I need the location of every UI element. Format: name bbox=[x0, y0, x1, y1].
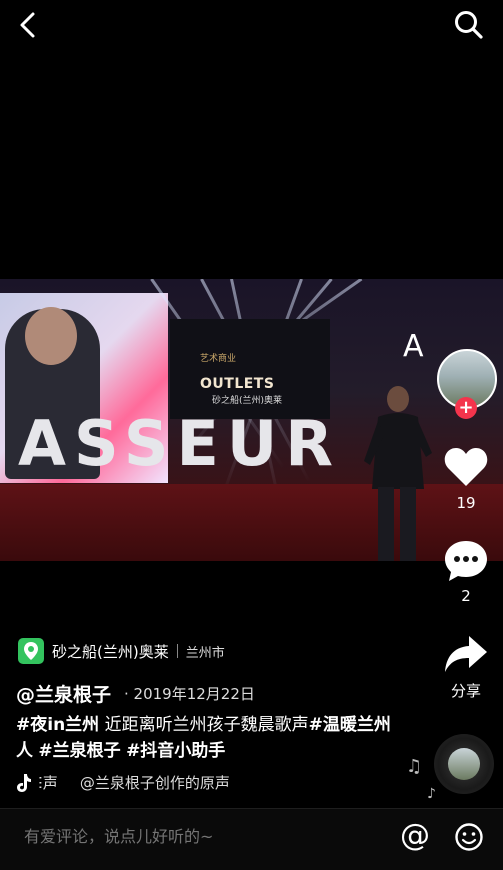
hashtag[interactable]: #抖音小助手 bbox=[126, 741, 225, 761]
caption-text: 近距离听兰州孩子魏晨歌声 bbox=[99, 715, 309, 735]
sign-logo: 艺术商业 bbox=[200, 354, 237, 364]
tiktok-note-icon bbox=[17, 773, 31, 792]
post-date: · 2019年12月22日 bbox=[124, 685, 255, 703]
share-arrow-icon bbox=[445, 636, 487, 672]
music-note-icon: ♫ bbox=[406, 756, 423, 777]
follow-button[interactable]: + bbox=[455, 397, 477, 419]
back-button[interactable] bbox=[14, 10, 44, 40]
search-button[interactable] bbox=[452, 8, 486, 42]
hashtag[interactable]: #兰泉根子 bbox=[38, 741, 120, 761]
share-label: 分享 bbox=[450, 682, 481, 700]
music-note-icon: ♪ bbox=[427, 786, 436, 802]
location-city: 兰州市 bbox=[185, 645, 225, 661]
screen-person-head bbox=[25, 307, 77, 365]
author-name[interactable]: @兰泉根子 bbox=[16, 680, 111, 707]
location-tag[interactable]: 砂之船(兰州)奥莱 兰州市 bbox=[18, 637, 225, 665]
heart-icon bbox=[444, 448, 488, 486]
comment-count: 2 bbox=[461, 587, 471, 605]
emoji-button[interactable] bbox=[454, 822, 484, 852]
video-player[interactable]: 艺术商业 OUTLETS 砂之船(兰州)奥莱 ASSEUR A bbox=[0, 279, 503, 561]
chevron-left-icon bbox=[20, 12, 35, 38]
hashtag[interactable]: #夜in兰州 bbox=[16, 715, 99, 735]
music-title: @兰泉根子创作的原声 bbox=[79, 774, 230, 792]
location-name: 砂之船(兰州)奥莱 bbox=[52, 642, 169, 661]
singer-figure bbox=[364, 386, 432, 561]
search-icon bbox=[455, 11, 483, 39]
location-pin-icon bbox=[18, 638, 44, 664]
outlets-sign-sub: 砂之船(兰州)奥莱 bbox=[212, 396, 283, 406]
outlets-sign: OUTLETS bbox=[200, 376, 275, 392]
smiley-icon bbox=[455, 823, 483, 851]
share-button[interactable] bbox=[443, 634, 489, 674]
music-title-fragment: ⵗ声 bbox=[38, 774, 58, 792]
location-divider bbox=[176, 644, 178, 658]
comment-bubble-icon bbox=[445, 541, 487, 581]
music-disc-cover bbox=[448, 748, 480, 780]
like-button[interactable] bbox=[443, 446, 489, 488]
like-count: 19 bbox=[456, 494, 476, 512]
music-marquee[interactable]: ⵗ声 @兰泉根子创作的原声 bbox=[14, 772, 230, 793]
comment-button[interactable] bbox=[443, 539, 489, 583]
post-caption: #夜in兰州 近距离听兰州孩子魏晨歌声#温暖兰州人 #兰泉根子 #抖音小助手 bbox=[16, 712, 406, 764]
overlay-letter: A bbox=[403, 329, 424, 364]
music-disc[interactable] bbox=[434, 734, 494, 794]
mention-button[interactable]: @ bbox=[400, 818, 430, 853]
stage-letters: ASSEUR bbox=[18, 407, 341, 480]
comment-input[interactable] bbox=[22, 826, 386, 847]
